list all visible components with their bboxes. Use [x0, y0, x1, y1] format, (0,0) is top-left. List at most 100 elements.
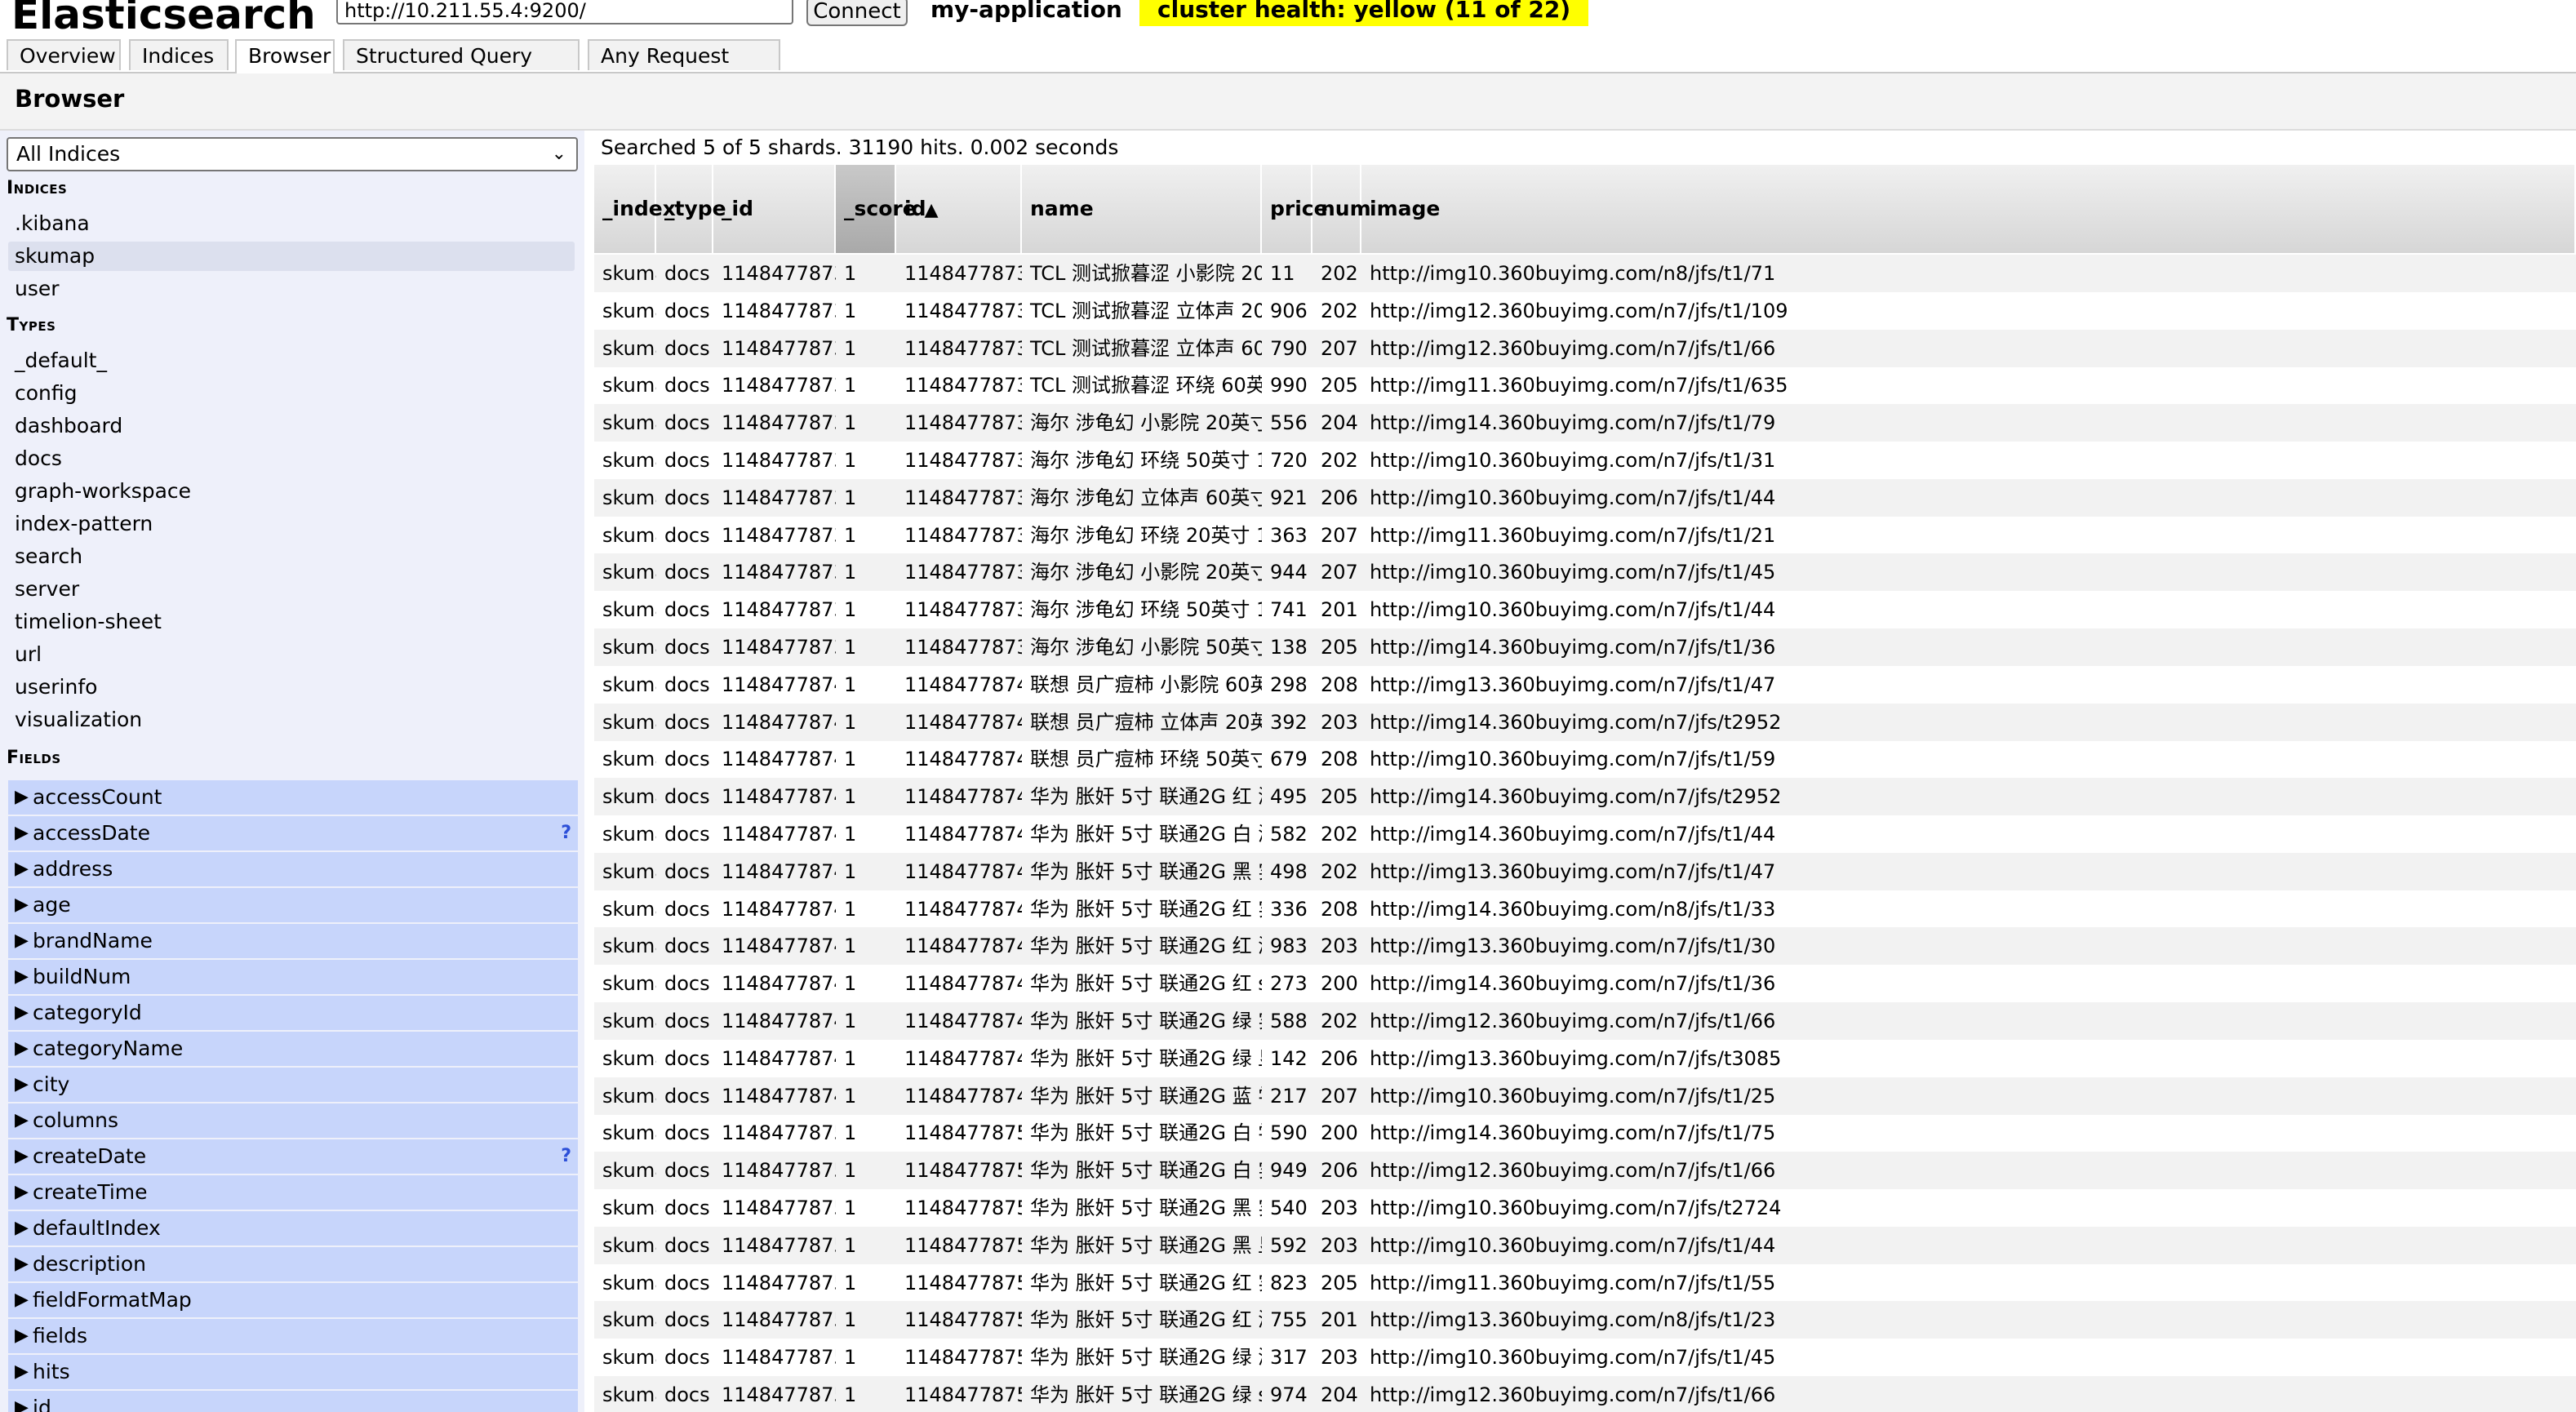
type-item[interactable]: index-pattern — [15, 509, 153, 539]
field-item-createTime[interactable]: ▶ createTime — [8, 1175, 578, 1210]
table-row[interactable]: skumap docs 1148477873468743680 1 1148477873… — [594, 366, 2576, 404]
field-item-id[interactable]: ▶ id — [8, 1391, 578, 1412]
type-item[interactable]: url — [15, 640, 42, 669]
table-row[interactable]: skumap docs 1148477875259711488 1 1148477875… — [594, 1301, 2576, 1339]
index-item[interactable]: skumap — [8, 242, 575, 271]
table-row[interactable]: skumap docs 1148477874966110208 1 1148477874… — [594, 1040, 2576, 1077]
field-item-defaultIndex[interactable]: ▶ defaultIndex — [8, 1211, 578, 1245]
expand-triangle-icon[interactable]: ▶ — [15, 1391, 29, 1412]
table-row[interactable]: skumap docs 1148477875326820352 1 1148477875… — [594, 1339, 2576, 1376]
type-item[interactable]: userinfo — [15, 673, 97, 702]
table-row[interactable]: skumap docs 1148477874043363328 1 1148477874… — [594, 703, 2576, 741]
table-row[interactable]: skumap docs 1148477873808482304 1 1148477873… — [594, 553, 2576, 592]
tab-structured-query[interactable]: Structured Query [+] — [343, 39, 580, 99]
type-item[interactable]: server — [15, 575, 79, 604]
table-row[interactable]: skumap docs 1148477874030780416 1 1148477874… — [594, 666, 2576, 704]
expand-triangle-icon[interactable]: ▶ — [15, 1211, 29, 1245]
table-row[interactable]: skumap docs 1148477875247128576 1 1148477875… — [594, 1264, 2576, 1302]
column-header-price[interactable]: price — [1262, 165, 1328, 253]
column-header-num[interactable]: num — [1312, 165, 1371, 253]
table-row[interactable]: skumap docs 1148477873628127232 1 1148477873… — [594, 442, 2576, 479]
column-header-id[interactable]: id — [896, 165, 1022, 253]
field-item-hits[interactable]: ▶ hits — [8, 1355, 578, 1389]
table-row[interactable]: skumap docs 1148477874907389952 1 1148477874… — [594, 965, 2576, 1002]
table-row[interactable]: skumap docs 1148477873598767104 1 1148477873… — [594, 404, 2576, 442]
type-item[interactable]: dashboard — [15, 411, 122, 441]
table-row[interactable]: skumap docs 1148477875343597568 1 1148477875… — [594, 1376, 2576, 1412]
table-row[interactable]: skumap docs 1148477873795899392 1 1148477873… — [594, 517, 2576, 554]
expand-triangle-icon[interactable]: ▶ — [15, 852, 29, 886]
table-row[interactable]: skumap docs 1148477875205185536 1 1148477875… — [594, 1226, 2576, 1264]
expand-triangle-icon[interactable]: ▶ — [15, 960, 29, 994]
type-item[interactable]: visualization — [15, 705, 142, 735]
table-row[interactable]: skumap docs 1148477874081112064 1 1148477874… — [594, 740, 2576, 778]
field-item-buildNum[interactable]: ▶ buildNum — [8, 960, 578, 994]
expand-triangle-icon[interactable]: ▶ — [15, 816, 29, 850]
type-item[interactable]: search — [15, 542, 82, 571]
table-row[interactable]: skumap docs 1148477874773172224 1 1148477874… — [594, 852, 2576, 890]
tab-browser[interactable]: Browser — [235, 39, 335, 73]
field-item-age[interactable]: ▶ age — [8, 888, 578, 922]
expand-triangle-icon[interactable]: ▶ — [15, 1103, 29, 1138]
index-select[interactable]: All Indices ⌄ — [7, 137, 578, 171]
expand-triangle-icon[interactable]: ▶ — [15, 996, 29, 1030]
field-item-createDate[interactable]: ▶ createDate? — [8, 1139, 578, 1174]
type-item[interactable]: graph-workspace — [15, 477, 191, 506]
field-item-description[interactable]: ▶ description — [8, 1247, 578, 1281]
type-item[interactable]: config — [15, 379, 78, 408]
tab-any-request[interactable]: Any Request [+] — [588, 39, 780, 99]
table-row[interactable]: skumap docs 1148477875188408320 1 1148477875… — [594, 1189, 2576, 1227]
column-header-meta-score[interactable]: _score ▲ — [836, 165, 939, 253]
index-item[interactable]: user — [15, 274, 60, 304]
table-row[interactable]: skumap docs 1148477874919972864 1 1148477874… — [594, 1002, 2576, 1040]
column-header-image[interactable]: image — [1361, 165, 2576, 253]
type-item[interactable]: timelion-sheet — [15, 607, 162, 637]
expand-triangle-icon[interactable]: ▶ — [15, 1319, 29, 1353]
field-item-brandName[interactable]: ▶ brandName — [8, 924, 578, 958]
column-header-meta-id[interactable]: _id — [713, 165, 836, 253]
expand-triangle-icon[interactable]: ▶ — [15, 1283, 29, 1317]
column-header-meta-type[interactable]: _type — [656, 165, 726, 253]
table-row[interactable]: skumap docs 1148477875112910848 1 1148477875… — [594, 1152, 2576, 1190]
help-question-icon[interactable]: ? — [561, 816, 571, 850]
table-row[interactable]: skumap docs 1148477874429239296 1 1148477874… — [594, 778, 2576, 816]
expand-triangle-icon[interactable]: ▶ — [15, 780, 29, 815]
table-row[interactable]: skumap docs 1148477875104522240 1 1148477875… — [594, 1114, 2576, 1152]
field-item-accessCount[interactable]: ▶ accessCount — [8, 780, 578, 815]
column-header-name[interactable]: name — [1022, 165, 1262, 253]
expand-triangle-icon[interactable]: ▶ — [15, 1068, 29, 1102]
tab-indices[interactable]: Indices — [129, 39, 229, 70]
field-item-address[interactable]: ▶ address — [8, 852, 578, 886]
table-row[interactable]: skumap docs 1148477873753956352 1 1148477873… — [594, 478, 2576, 517]
field-item-columns[interactable]: ▶ columns — [8, 1103, 578, 1138]
field-item-fields[interactable]: ▶ fields — [8, 1319, 578, 1353]
table-row[interactable]: skumap docs 1148477873842036736 1 1148477873… — [594, 628, 2576, 666]
field-item-city[interactable]: ▶ city — [8, 1068, 578, 1102]
table-row[interactable]: skumap docs 1148477874735423488 1 1148477874… — [594, 815, 2576, 853]
expand-triangle-icon[interactable]: ▶ — [15, 888, 29, 922]
tab-overview[interactable]: Overview — [7, 39, 121, 70]
table-row[interactable]: skumap docs 1148477874848669696 1 1148477874… — [594, 890, 2576, 928]
expand-triangle-icon[interactable]: ▶ — [15, 1139, 29, 1174]
cluster-url-input[interactable] — [336, 0, 793, 24]
table-row[interactable]: skumap docs 1148477873355497472 1 1148477873… — [594, 329, 2576, 367]
type-item[interactable]: docs — [15, 444, 62, 473]
table-row[interactable]: skumap docs 1148477873208696832 1 1148477873… — [594, 255, 2576, 292]
field-item-accessDate[interactable]: ▶ accessDate? — [8, 816, 578, 850]
expand-triangle-icon[interactable]: ▶ — [15, 1175, 29, 1210]
table-row[interactable]: skumap docs 1148477874995470336 1 1148477874… — [594, 1077, 2576, 1115]
connect-button[interactable]: Connect — [806, 0, 908, 26]
type-item[interactable]: _default_ — [15, 346, 107, 375]
index-item[interactable]: .kibana — [15, 209, 90, 238]
field-item-categoryId[interactable]: ▶ categoryId — [8, 996, 578, 1030]
column-header-meta-index[interactable]: _index — [594, 165, 676, 253]
table-row[interactable]: skumap docs 1148477873288388608 1 1148477873… — [594, 292, 2576, 330]
field-item-categoryName[interactable]: ▶ categoryName — [8, 1032, 578, 1066]
table-row[interactable]: skumap docs 1148477873829453824 1 1148477873… — [594, 591, 2576, 628]
help-question-icon[interactable]: ? — [561, 1139, 571, 1174]
expand-triangle-icon[interactable]: ▶ — [15, 1247, 29, 1281]
expand-triangle-icon[interactable]: ▶ — [15, 1032, 29, 1066]
field-item-fieldFormatMap[interactable]: ▶ fieldFormatMap — [8, 1283, 578, 1317]
table-row[interactable]: skumap docs 1148477874882224128 1 1148477874… — [594, 927, 2576, 966]
expand-triangle-icon[interactable]: ▶ — [15, 924, 29, 958]
